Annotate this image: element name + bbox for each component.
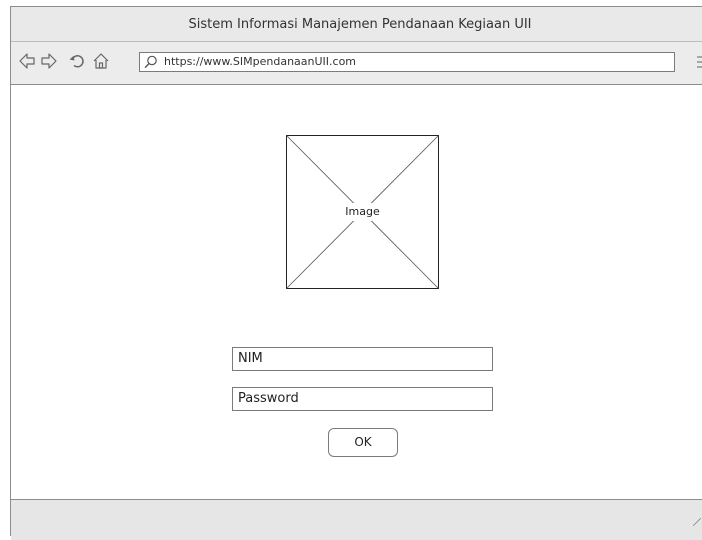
ok-button[interactable]: OK xyxy=(328,428,398,457)
back-arrow-icon[interactable] xyxy=(17,51,37,71)
forward-arrow-icon[interactable] xyxy=(39,51,59,71)
hamburger-menu-icon[interactable] xyxy=(695,53,702,71)
image-placeholder-label: Image xyxy=(345,205,380,218)
browser-toolbar: https://www.SIMpendanaanUII.com xyxy=(11,42,702,85)
url-text: https://www.SIMpendanaanUII.com xyxy=(164,55,357,68)
address-bar[interactable]: https://www.SIMpendanaanUII.com xyxy=(139,52,675,72)
password-field[interactable]: Password xyxy=(232,387,493,411)
reload-icon[interactable] xyxy=(67,51,87,71)
window-title: Sistem Informasi Manajemen Pendanaan Keg… xyxy=(188,16,532,32)
nim-field[interactable]: NIM xyxy=(232,347,493,371)
search-icon xyxy=(144,55,157,69)
image-placeholder: Image xyxy=(286,135,439,289)
status-bar xyxy=(11,499,702,540)
browser-window: Sistem Informasi Manajemen Pendanaan Keg… xyxy=(10,6,702,540)
page-content: Image NIM Password OK xyxy=(11,85,702,499)
window-titlebar: Sistem Informasi Manajemen Pendanaan Keg… xyxy=(11,7,702,42)
home-icon[interactable] xyxy=(91,51,111,71)
resize-grip-icon[interactable] xyxy=(693,518,701,526)
